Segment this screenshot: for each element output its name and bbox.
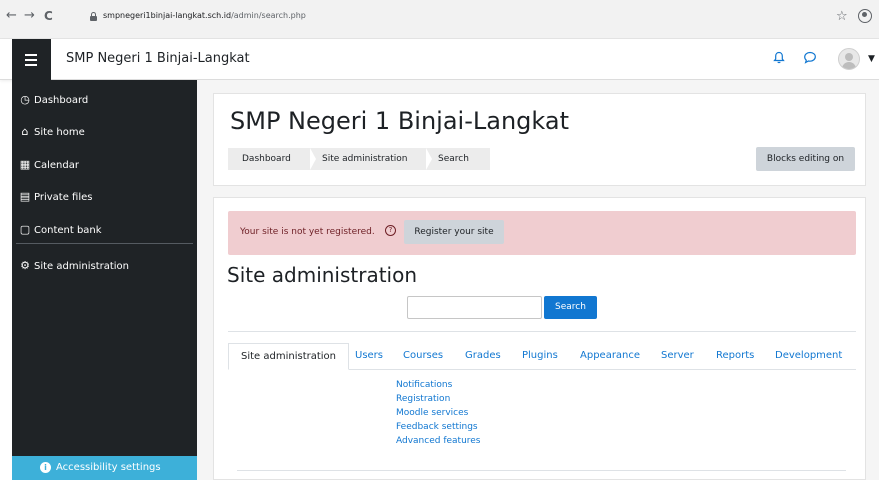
sidebar-item-dashboard[interactable]: ◷ Dashboard (12, 88, 197, 114)
breadcrumb: Dashboard Site administration Search (228, 148, 490, 170)
tab-users[interactable]: Users (355, 343, 383, 369)
sidebar-item-content-bank[interactable]: ▢ Content bank (12, 218, 197, 244)
sidebar-item-site-home[interactable]: ⌂ Site home (12, 120, 197, 146)
sidebar-item-private-files[interactable]: ▤ Private files (12, 185, 197, 211)
sidebar-divider (16, 243, 193, 244)
navbar-site-name[interactable]: SMP Negeri 1 Binjai-Langkat (66, 51, 250, 66)
help-icon[interactable]: ? (385, 225, 396, 236)
sidebar-item-label: Dashboard (34, 95, 89, 106)
link-advanced-features[interactable]: Advanced features (396, 436, 481, 446)
register-site-button[interactable]: Register your site (404, 220, 504, 244)
sidebar-item-calendar[interactable]: ▦ Calendar (12, 153, 197, 179)
dashboard-icon: ◷ (20, 93, 30, 106)
sidebar-item-label: Private files (34, 192, 93, 203)
section-heading: Site administration (227, 263, 418, 287)
tab-development[interactable]: Development (775, 343, 842, 369)
bell-icon[interactable] (773, 51, 785, 68)
breadcrumb-separator (310, 148, 316, 170)
gear-icon: ⚙ (20, 259, 30, 272)
tab-plugins[interactable]: Plugins (522, 343, 558, 369)
admin-search-input[interactable] (407, 296, 542, 319)
url-path: /admin/search.php (231, 11, 306, 20)
breadcrumb-dashboard[interactable]: Dashboard (242, 148, 291, 170)
link-moodle-services[interactable]: Moodle services (396, 408, 468, 418)
back-icon[interactable]: ← (6, 9, 17, 23)
tab-appearance[interactable]: Appearance (580, 343, 640, 369)
breadcrumb-search: Search (438, 154, 469, 164)
user-avatar[interactable] (838, 48, 860, 70)
sidebar-item-label: Site administration (34, 261, 130, 272)
link-notifications[interactable]: Notifications (396, 380, 452, 390)
reload-icon[interactable]: C (44, 9, 53, 23)
url-text[interactable]: smpnegeri1binjai-langkat.sch.id/admin/se… (103, 11, 306, 20)
link-feedback-settings[interactable]: Feedback settings (396, 422, 478, 432)
browser-profile-icon[interactable] (858, 9, 872, 23)
forward-icon[interactable]: → (24, 9, 35, 23)
admin-tabs: Site administration Users Courses Grades… (228, 343, 856, 370)
browser-toolbar: ← → C smpnegeri1binjai-langkat.sch.id/ad… (0, 0, 879, 39)
bottom-divider (237, 470, 846, 471)
user-menu-caret-icon[interactable]: ▼ (868, 54, 875, 64)
tab-site-administration[interactable]: Site administration (228, 343, 350, 370)
top-navbar: SMP Negeri 1 Binjai-Langkat ▼ (0, 39, 879, 80)
hamburger-menu-icon[interactable] (12, 39, 51, 80)
accessibility-settings-button[interactable]: i Accessibility settings (12, 456, 197, 480)
sidebar-item-label: Calendar (34, 160, 79, 171)
file-icon: ▤ (19, 190, 31, 203)
breadcrumb-site-administration[interactable]: Site administration (322, 148, 408, 170)
section-divider (228, 331, 856, 332)
url-host: smpnegeri1binjai-langkat.sch.id (103, 11, 232, 20)
bookmark-star-icon[interactable]: ☆ (836, 9, 848, 24)
accessibility-settings-label: Accessibility settings (56, 462, 161, 473)
home-icon: ⌂ (21, 125, 29, 138)
chat-bubble-icon[interactable] (803, 51, 817, 68)
info-icon: i (40, 462, 51, 473)
content-bank-icon: ▢ (19, 223, 31, 236)
search-button[interactable]: Search (544, 296, 597, 319)
alert-message: Your site is not yet registered. (240, 227, 375, 237)
registration-alert: Your site is not yet registered. ? Regis… (228, 211, 856, 255)
page-title: SMP Negeri 1 Binjai-Langkat (230, 107, 569, 135)
sidebar-item-label: Site home (34, 127, 85, 138)
link-registration[interactable]: Registration (396, 394, 450, 404)
tab-grades[interactable]: Grades (465, 343, 501, 369)
sidebar-item-site-administration[interactable]: ⚙ Site administration (12, 254, 197, 280)
tab-server[interactable]: Server (661, 343, 694, 369)
blocks-editing-button[interactable]: Blocks editing on (756, 147, 855, 171)
sidebar-item-label: Content bank (34, 225, 102, 236)
tab-reports[interactable]: Reports (716, 343, 754, 369)
tab-courses[interactable]: Courses (403, 343, 443, 369)
breadcrumb-separator (426, 148, 432, 170)
lock-icon (90, 12, 97, 21)
nav-drawer: ◷ Dashboard ⌂ Site home ▦ Calendar ▤ Pri… (12, 80, 197, 480)
calendar-icon: ▦ (19, 158, 31, 171)
